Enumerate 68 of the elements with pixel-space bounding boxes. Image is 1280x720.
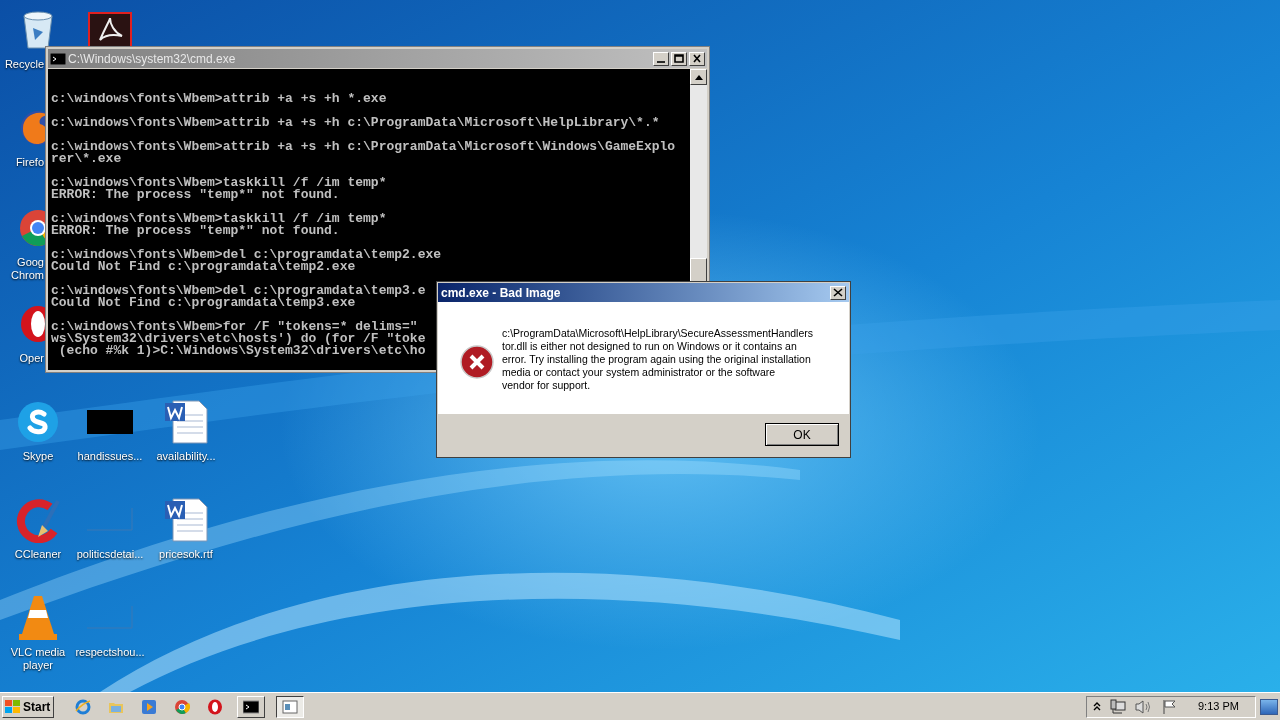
console-icon xyxy=(243,698,259,715)
console-line: ERROR: The process "temp*" not found. xyxy=(51,189,340,201)
console-line: ERROR: The process "temp*" not found. xyxy=(51,225,340,237)
icon-label: VLC media player xyxy=(10,646,66,672)
icon-label: politicsdetai... xyxy=(76,548,144,561)
traffic-cone-icon xyxy=(18,594,58,642)
ok-button[interactable]: OK xyxy=(765,423,839,446)
icon-label: respectshou... xyxy=(75,646,145,659)
icon-label: Firefo xyxy=(14,156,45,169)
blank-file-icon xyxy=(87,508,133,532)
maximize-button[interactable] xyxy=(671,51,687,66)
close-button[interactable] xyxy=(689,51,705,66)
blank-file-icon xyxy=(87,606,133,630)
icon-label: CCleaner xyxy=(14,548,62,561)
chrome-icon xyxy=(174,698,190,715)
opera-icon xyxy=(207,698,223,715)
console-line: c:\windows\fonts\Wbem>taskkill /f /im temp* xyxy=(51,177,387,189)
console-line: c:\windows\fonts\Wbem>taskkill /f /im temp* xyxy=(51,213,387,225)
error-message: c:\ProgramData\Microsoft\HelpLibrary\SecureAssessmentHandlers tor.dll is either not designed to run on Windows or it contains an error. Try installing the program again using the original installation media or contact your system administrator or the software vendor for support. xyxy=(502,327,814,393)
pdf-file-icon xyxy=(88,12,132,48)
icon-label: Oper xyxy=(18,352,45,365)
error-icon xyxy=(460,345,494,379)
scroll-thumb[interactable] xyxy=(690,258,707,282)
minimize-icon xyxy=(657,60,665,63)
dialog-title: cmd.exe - Bad Image xyxy=(441,284,562,302)
close-icon xyxy=(691,53,703,64)
file-icon xyxy=(87,410,133,434)
console-line: c:\windows\fonts\Wbem>attrib +a +s +h *.exe xyxy=(51,93,387,105)
console-line: (echo #%k 1)>C:\Windows\System32\drivers\etc\ho xyxy=(58,345,426,357)
close-icon xyxy=(833,288,843,297)
window-icon xyxy=(282,698,298,715)
minimize-button[interactable] xyxy=(653,51,669,66)
windows-logo-icon xyxy=(5,699,21,714)
skype-icon xyxy=(16,400,60,444)
console-line: c:\windows\fonts\Wbem>del c:\programdata\temp3.e xyxy=(51,285,426,297)
network-icon[interactable] xyxy=(1110,698,1126,715)
console-line: c:\windows\fonts\Wbem>for /F "tokens=* delims=" xyxy=(51,321,418,333)
maximize-icon xyxy=(673,53,685,64)
console-line: c:\windows\fonts\Wbem>attrib +a +s +h c:\ProgramData\Microsoft\HelpLibrary\*.* xyxy=(51,117,660,129)
console-icon xyxy=(50,52,66,65)
speaker-icon[interactable] xyxy=(1135,698,1153,715)
icon-label: Skype xyxy=(22,450,54,463)
console-line: rer\*.exe xyxy=(51,153,122,165)
icon-label: Goog Chrom xyxy=(10,256,45,282)
word-document-icon xyxy=(163,497,209,543)
close-button[interactable] xyxy=(830,285,846,300)
word-document-icon xyxy=(163,399,209,445)
chevron-up-icon[interactable] xyxy=(1093,702,1101,711)
console-line: c:\windows\fonts\Wbem>del c:\programdata\temp2.exe xyxy=(51,249,442,261)
window-title: C:\Windows\system32\cmd.exe xyxy=(68,50,237,68)
console-line: Could Not Find c:\programdata\temp3.exe xyxy=(51,297,356,309)
up-arrow-icon xyxy=(694,74,703,80)
show-desktop-button[interactable] xyxy=(1260,698,1278,715)
taskbar-button[interactable] xyxy=(276,695,304,718)
icon-label: handissues... xyxy=(77,450,143,463)
icon-label: Recycle xyxy=(3,58,45,71)
scroll-up-button[interactable] xyxy=(690,69,707,85)
ccleaner-icon xyxy=(14,497,62,543)
console-line: ws\System32\drivers\etc\hosts') do (for /F "toke xyxy=(51,333,426,345)
ie-icon xyxy=(75,698,91,715)
flag-icon[interactable] xyxy=(1162,698,1178,715)
start-button[interactable]: Start xyxy=(2,695,54,718)
icon-label: availability... xyxy=(156,450,216,463)
clock: 9:13 PM xyxy=(1198,699,1239,715)
console-line: Could Not Find c:\programdata\temp2.exe xyxy=(51,261,356,273)
icon-label: pricesok.rtf xyxy=(159,548,213,561)
console-line: c:\windows\fonts\Wbem>attrib +a +s +h c:\ProgramData\Microsoft\Windows\GameExplo xyxy=(51,141,676,153)
play-icon xyxy=(141,698,157,715)
